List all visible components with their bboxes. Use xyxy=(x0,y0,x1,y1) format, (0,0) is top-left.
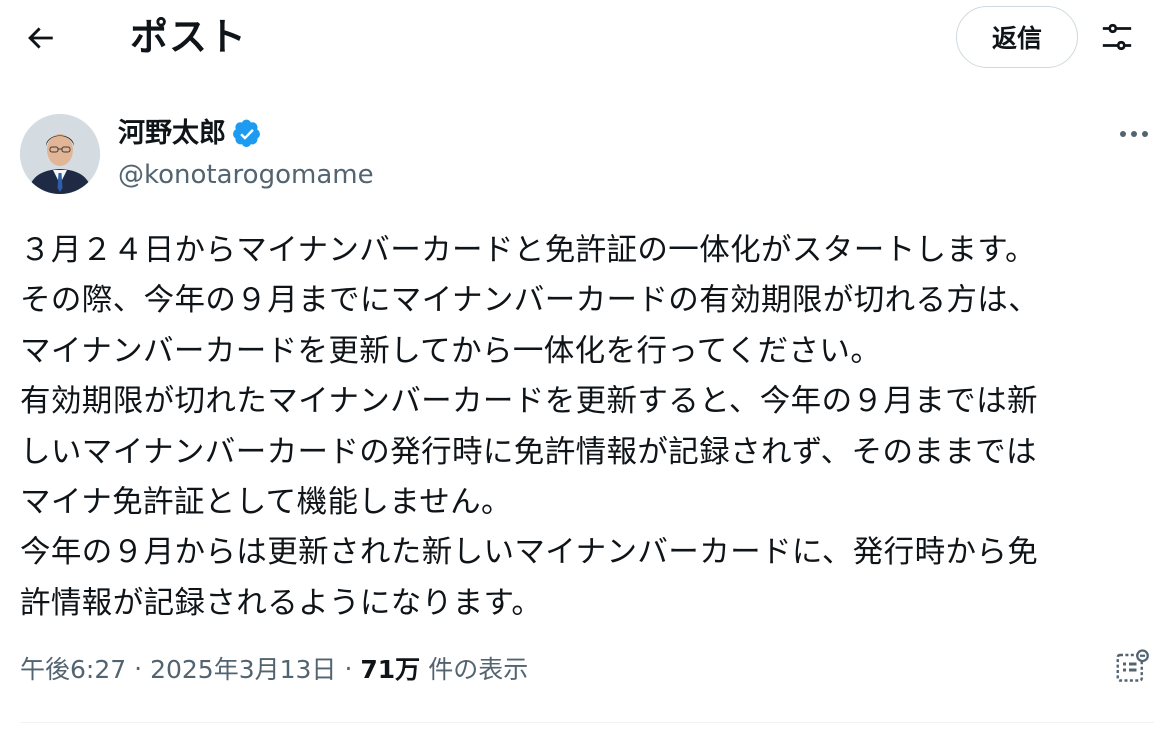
back-button[interactable] xyxy=(16,16,64,60)
avatar-photo xyxy=(20,114,100,194)
more-horizontal-icon xyxy=(1120,131,1148,137)
post-text-line: 有効期限が切れたマイナンバーカードを更新すると、今年の９月までは新 xyxy=(20,384,1038,420)
analytics-icon xyxy=(1116,649,1149,682)
views-count: 71万 xyxy=(360,655,421,684)
post-date[interactable]: 2025年3月13日 xyxy=(150,650,336,686)
post-text-line: マイナ免許証として機能しません。 xyxy=(20,485,512,521)
post-text: ３月２４日からマイナンバーカードと免許証の一体化がスタートします。 その際、今年… xyxy=(20,226,1160,629)
post-meta: 午後6:27 · 2025年3月13日 · 71万 件の表示 xyxy=(20,648,528,688)
more-options-button[interactable] xyxy=(1112,118,1156,150)
author-name-row[interactable]: 河野太郎 xyxy=(118,114,262,154)
author-name[interactable]: 河野太郎 xyxy=(118,116,226,152)
verified-badge-icon xyxy=(232,119,262,149)
post-text-line: ３月２４日からマイナンバーカードと免許証の一体化がスタートします。 xyxy=(20,233,1037,268)
post-time[interactable]: 午後6:27 xyxy=(20,650,126,686)
author-handle[interactable]: @konotarogomame xyxy=(118,158,374,192)
meta-separator: · xyxy=(344,653,353,683)
post-text-line: 今年の９月からは更新された新しいマイナンバーカードに、発行時から免 xyxy=(20,535,1039,571)
post-text-line: 許情報が記録されるようになります。 xyxy=(20,585,543,621)
views-label: 件の表示 xyxy=(428,655,529,684)
post-text-line: マイナンバーカードを更新してから一体化を行ってください。 xyxy=(20,333,882,369)
page-title: ポスト xyxy=(130,15,248,59)
post-text-line: その際、今年の９月までにマイナンバーカードの有効期限が切れる方は、 xyxy=(20,283,1040,319)
meta-separator: · xyxy=(134,653,143,683)
post-text-line: しいマイナンバーカードの発行時に免許情報が記録されず、そのままでは xyxy=(20,434,1037,470)
sliders-icon xyxy=(1102,23,1132,51)
analytics-button[interactable] xyxy=(1110,644,1154,690)
avatar[interactable] xyxy=(20,114,100,194)
settings-button[interactable] xyxy=(1094,14,1140,60)
arrow-left-icon xyxy=(28,27,53,49)
divider xyxy=(20,722,1154,723)
header-bar: ポスト 返信 xyxy=(0,0,1174,78)
reply-button[interactable]: 返信 xyxy=(956,6,1078,68)
